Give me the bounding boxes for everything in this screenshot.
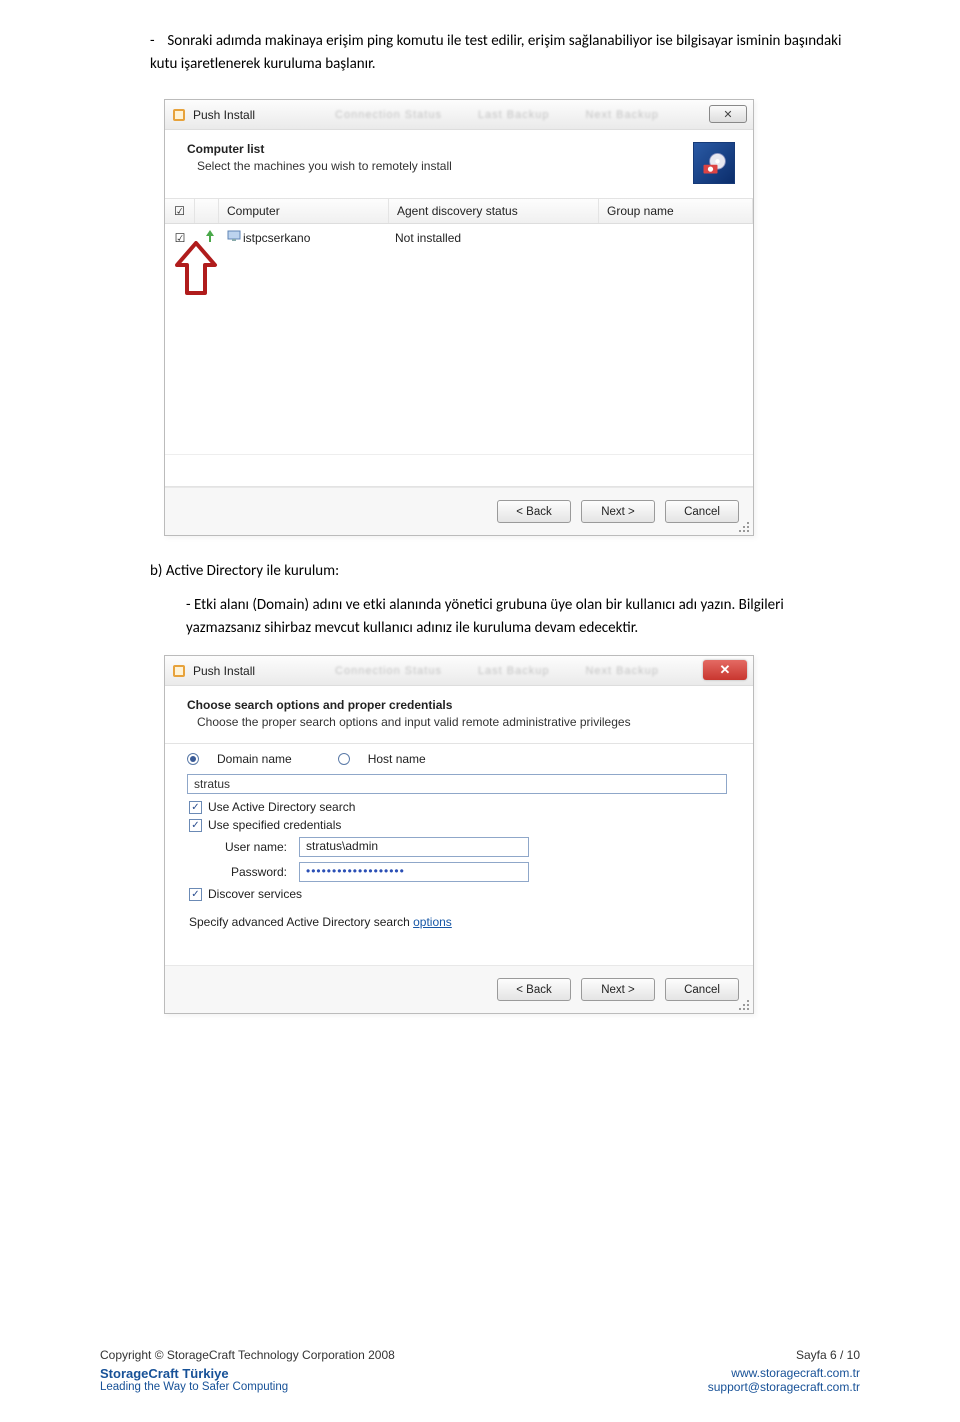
dialog-header: Computer list Select the machines you wi… bbox=[165, 130, 753, 198]
username-label: User name: bbox=[213, 840, 287, 854]
dialog-title: Push Install bbox=[193, 108, 255, 122]
push-install-dialog-1: Push Install Connection Status Last Back… bbox=[164, 99, 754, 536]
row-computer-name: istpcserkano bbox=[235, 229, 387, 247]
titlebar: Push Install Connection Status Last Back… bbox=[165, 656, 753, 686]
radio-domain[interactable] bbox=[187, 753, 199, 765]
col-agent-status[interactable]: Agent discovery status bbox=[389, 199, 599, 223]
bullet-paragraph-1: - Sonraki adımda makinaya erişim ping ko… bbox=[150, 30, 860, 75]
table-row[interactable]: ☑ istpcserkano Not installed bbox=[165, 224, 753, 251]
resize-grip-icon[interactable] bbox=[738, 521, 750, 533]
bullet-dash: - bbox=[186, 596, 191, 614]
radio-host[interactable] bbox=[338, 753, 350, 765]
footer-copyright: Copyright © StorageCraft Technology Corp… bbox=[100, 1348, 395, 1362]
footer-page-number: Sayfa 6 / 10 bbox=[708, 1348, 860, 1362]
table-header-row: ☑ Computer Agent discovery status Group … bbox=[165, 199, 753, 224]
checkbox-ad-search[interactable]: ✓ bbox=[189, 801, 202, 814]
back-button[interactable]: < Back bbox=[497, 500, 571, 523]
cancel-button[interactable]: Cancel bbox=[665, 500, 739, 523]
checkbox-credentials-label: Use specified credentials bbox=[208, 818, 341, 832]
app-icon bbox=[171, 663, 187, 679]
radio-domain-label: Domain name bbox=[217, 752, 292, 766]
button-row: < Back Next > Cancel bbox=[165, 487, 753, 535]
app-icon bbox=[171, 107, 187, 123]
para1-text: Sonraki adımda makinaya erişim ping komu… bbox=[150, 32, 841, 73]
push-install-dialog-2: Push Install Connection Status Last Back… bbox=[164, 655, 754, 1014]
install-cd-icon bbox=[693, 142, 735, 184]
domain-input[interactable]: stratus bbox=[187, 774, 727, 794]
page-footer: Copyright © StorageCraft Technology Corp… bbox=[0, 1348, 960, 1394]
row-group bbox=[597, 236, 753, 240]
checkbox-discover[interactable]: ✓ bbox=[189, 888, 202, 901]
footer-url: www.storagecraft.com.tr bbox=[708, 1366, 860, 1380]
username-input[interactable]: stratus\admin bbox=[299, 837, 529, 857]
col-computer[interactable]: Computer bbox=[219, 199, 389, 223]
col-checkbox[interactable]: ☑ bbox=[165, 199, 195, 223]
next-button[interactable]: Next > bbox=[581, 978, 655, 1001]
checkbox-discover-label: Discover services bbox=[208, 887, 302, 901]
titlebar-blur-text: Connection Status Last Backup Next Backu… bbox=[335, 665, 659, 677]
button-row: < Back Next > Cancel bbox=[165, 965, 753, 1013]
dialog-heading: Computer list bbox=[187, 142, 452, 156]
password-input[interactable]: ••••••••••••••••••• bbox=[299, 862, 529, 882]
checkbox-ad-search-label: Use Active Directory search bbox=[208, 800, 355, 814]
checkbox-credentials[interactable]: ✓ bbox=[189, 819, 202, 832]
next-button[interactable]: Next > bbox=[581, 500, 655, 523]
options-link[interactable]: options bbox=[413, 915, 452, 929]
radio-row: Domain name Host name bbox=[187, 752, 735, 766]
dialog-subheading: Select the machines you wish to remotely… bbox=[197, 159, 452, 173]
col-group[interactable]: Group name bbox=[599, 199, 753, 223]
footer-brand: StorageCraft Türkiye bbox=[100, 1366, 395, 1381]
resize-grip-icon[interactable] bbox=[738, 999, 750, 1011]
dialog-header: Choose search options and proper credent… bbox=[165, 686, 753, 743]
table-footer-strip bbox=[165, 454, 753, 486]
radio-host-label: Host name bbox=[368, 752, 426, 766]
titlebar: Push Install Connection Status Last Back… bbox=[165, 100, 753, 130]
bullet-dash: - bbox=[150, 30, 164, 53]
row-pc-icon bbox=[219, 228, 235, 247]
table-body: ☑ istpcserkano Not installed bbox=[165, 224, 753, 454]
close-button[interactable]: ✕ bbox=[709, 105, 747, 123]
para2-text: Etki alanı (Domain) adını ve etki alanın… bbox=[186, 596, 784, 637]
titlebar-blur-text: Connection Status Last Backup Next Backu… bbox=[335, 109, 659, 121]
dialog-heading: Choose search options and proper credent… bbox=[187, 698, 631, 712]
dialog-subheading: Choose the proper search options and inp… bbox=[197, 715, 631, 729]
footer-tagline: Leading the Way to Safer Computing bbox=[100, 1381, 395, 1393]
dialog-title: Push Install bbox=[193, 664, 255, 678]
close-button[interactable]: ✕ bbox=[703, 660, 747, 680]
row-agent-status: Not installed bbox=[387, 229, 597, 247]
cancel-button[interactable]: Cancel bbox=[665, 978, 739, 1001]
footer-email: support@storagecraft.com.tr bbox=[708, 1380, 860, 1394]
password-label: Password: bbox=[213, 865, 287, 879]
section-b-heading: b) Active Directory ile kurulum: bbox=[150, 562, 860, 580]
bullet-paragraph-2: - Etki alanı (Domain) adını ve etki alan… bbox=[186, 594, 860, 639]
col-icon bbox=[195, 199, 219, 223]
options-area: Domain name Host name stratus ✓ Use Acti… bbox=[165, 743, 753, 965]
computer-table: ☑ Computer Agent discovery status Group … bbox=[165, 198, 753, 487]
specify-advanced-text: Specify advanced Active Directory search… bbox=[189, 915, 735, 929]
back-button[interactable]: < Back bbox=[497, 978, 571, 1001]
